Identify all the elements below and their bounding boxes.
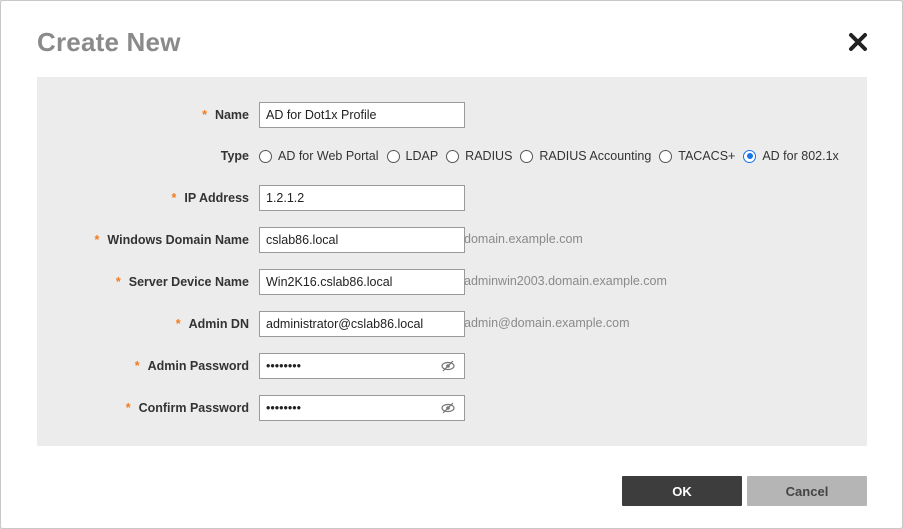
radio-radius[interactable]: RADIUS xyxy=(446,149,512,163)
radio-circle[interactable] xyxy=(386,149,400,163)
form-panel: *Name Type AD for Web Portal LDAP RADIUS xyxy=(37,77,867,446)
radio-circle-checked[interactable] xyxy=(743,149,757,163)
radio-circle[interactable] xyxy=(446,149,460,163)
required-marker: * xyxy=(115,275,121,289)
name-label: * Name xyxy=(202,108,249,122)
admin-password-input[interactable] xyxy=(259,353,465,379)
eye-slash-icon[interactable] xyxy=(441,359,455,373)
radio-ldap[interactable]: LDAP xyxy=(386,149,438,163)
type-row: Type AD for Web Portal LDAP RADIUS RADIU… xyxy=(37,143,867,169)
confirm-password-label: * Confirm Password xyxy=(125,401,249,415)
admin-password-label: * Admin Password xyxy=(134,359,249,373)
server-device-row: *Server Device Name adminwin2003.domain.… xyxy=(37,269,867,295)
server-device-input[interactable] xyxy=(259,269,465,295)
name-input[interactable] xyxy=(259,102,465,128)
admin-dn-row: *Admin DN admin@domain.example.com xyxy=(37,311,867,337)
required-marker: * xyxy=(175,317,181,331)
type-label: Type xyxy=(220,149,249,163)
create-new-dialog: Create New *Name Type AD for Web Portal xyxy=(0,0,903,529)
eye-slash-icon[interactable] xyxy=(441,401,455,415)
confirm-password-row: * Confirm Password xyxy=(37,395,867,421)
radio-tacacs[interactable]: TACACS+ xyxy=(659,149,735,163)
ip-address-label: * IP Address xyxy=(171,191,250,205)
admin-dn-label: * Admin DN xyxy=(175,317,249,331)
windows-domain-row: *Windows Domain Name domain.example.com xyxy=(37,227,867,253)
admin-dn-input[interactable] xyxy=(259,311,465,337)
windows-domain-label: * Windows Domain Name xyxy=(94,233,249,247)
cancel-button[interactable]: Cancel xyxy=(747,476,867,506)
windows-domain-hint: domain.example.com xyxy=(464,232,583,246)
radio-ad-8021x[interactable]: AD for 802.1x xyxy=(743,149,839,163)
required-marker: * xyxy=(134,359,140,373)
server-device-label: * Server Device Name xyxy=(115,275,249,289)
windows-domain-input[interactable] xyxy=(259,227,465,253)
dialog-title: Create New xyxy=(37,27,181,57)
radio-circle[interactable] xyxy=(520,149,534,163)
admin-password-row: * Admin Password xyxy=(37,353,867,379)
radio-circle[interactable] xyxy=(259,149,272,163)
required-marker: * xyxy=(171,191,177,205)
required-marker: * xyxy=(94,233,100,247)
confirm-password-input[interactable] xyxy=(259,395,465,421)
server-device-hint: adminwin2003.domain.example.com xyxy=(464,274,667,288)
radio-radius-accounting[interactable]: RADIUS Accounting xyxy=(520,149,651,163)
required-marker: * xyxy=(202,108,207,122)
admin-dn-hint: admin@domain.example.com xyxy=(464,316,630,330)
ip-address-row: * IP Address xyxy=(37,185,867,211)
ok-button[interactable]: OK xyxy=(622,476,742,506)
type-radio-group: AD for Web Portal LDAP RADIUS RADIUS Acc… xyxy=(259,143,847,169)
required-marker: * xyxy=(125,401,131,415)
name-row: * Name xyxy=(37,102,867,128)
radio-ad-web-portal[interactable]: AD for Web Portal xyxy=(259,149,379,163)
close-icon[interactable] xyxy=(847,31,869,53)
ip-address-input[interactable] xyxy=(259,185,465,211)
radio-circle[interactable] xyxy=(659,149,673,163)
